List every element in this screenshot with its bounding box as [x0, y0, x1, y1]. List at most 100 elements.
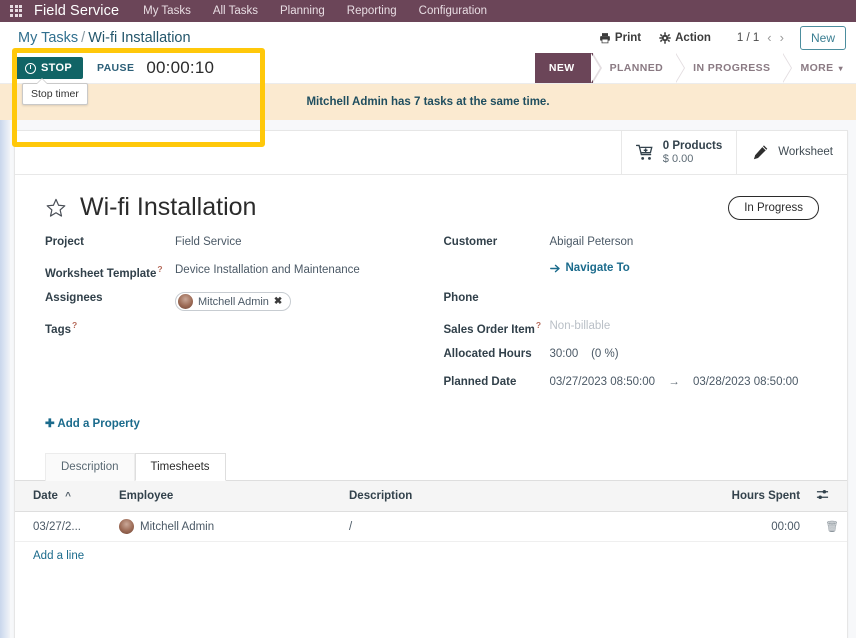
tab-description[interactable]: Description — [45, 453, 135, 481]
stat-button-worksheet[interactable]: Worksheet — [736, 131, 847, 174]
timer-elapsed: 00:00:10 — [146, 58, 215, 77]
status-stage-new-label: NEW — [548, 62, 575, 74]
table-header-row: Date ^ Employee Description Hours Spent — [15, 481, 847, 512]
navigate-to-button[interactable]: Navigate To — [549, 262, 630, 274]
status-stage-planned[interactable]: PLANNED — [592, 53, 677, 83]
status-badge[interactable]: In Progress — [728, 195, 819, 220]
field-assignees-value[interactable]: Mitchell Admin ✖ — [175, 290, 292, 312]
trash-icon[interactable]: 🗑 — [825, 521, 839, 533]
alert-message: Mitchell Admin has 7 tasks at the same t… — [306, 96, 550, 108]
field-tags-label: Tags? — [45, 318, 175, 336]
field-phone: Phone — [444, 290, 828, 318]
plus-icon: ✚ — [45, 418, 55, 430]
status-stage-more[interactable]: MORE ▾ — [783, 53, 856, 83]
pause-timer-button[interactable]: PAUSE — [97, 62, 134, 74]
record-sheet: 0 Products $ 0.00 Worksheet Wi-fi Instal… — [14, 130, 848, 638]
menu-configuration[interactable]: Configuration — [419, 5, 487, 17]
column-header-employee[interactable]: Employee — [111, 481, 341, 512]
close-icon[interactable]: ✖ — [274, 296, 282, 307]
column-options-button[interactable] — [808, 481, 847, 512]
cell-date[interactable]: 03/27/2... — [15, 511, 111, 542]
field-customer-value[interactable]: Abigail Peterson — [550, 234, 634, 248]
table-row[interactable]: 03/27/2... Mitchell Admin / 00:00 🗑 — [15, 511, 847, 542]
menu-my-tasks[interactable]: My Tasks — [143, 5, 191, 17]
field-tags-label-text: Tags — [45, 323, 71, 336]
menu-all-tasks[interactable]: All Tasks — [213, 5, 258, 17]
cell-employee[interactable]: Mitchell Admin — [111, 511, 341, 542]
cell-hours[interactable]: 00:00 — [688, 511, 809, 542]
stat-button-products[interactable]: 0 Products $ 0.00 — [620, 131, 736, 174]
arrow-right-icon — [549, 264, 560, 272]
help-icon[interactable]: ? — [157, 264, 162, 274]
status-stage-new[interactable]: NEW — [534, 53, 602, 83]
navigate-to-spacer — [444, 262, 550, 264]
date-range-arrow-icon: → — [668, 376, 680, 388]
cell-description[interactable]: / — [341, 511, 689, 542]
field-project-label: Project — [45, 236, 84, 248]
field-project: Project Field Service — [45, 234, 429, 262]
field-planned-date: Planned Date 03/27/2023 08:50:00 → 03/28… — [444, 374, 828, 402]
cell-delete[interactable]: 🗑 — [808, 511, 847, 542]
field-project-value[interactable]: Field Service — [175, 234, 241, 248]
cart-plus-icon — [635, 144, 653, 160]
page-title: Wi-fi Installation — [80, 193, 257, 221]
column-header-hours-spent[interactable]: Hours Spent — [688, 481, 809, 512]
field-worksheet-template-value[interactable]: Device Installation and Maintenance — [175, 262, 360, 276]
chevron-left-icon[interactable]: ‹ — [767, 30, 771, 45]
stat-products-amount: $ 0.00 — [662, 152, 694, 165]
help-icon[interactable]: ? — [536, 320, 541, 330]
star-outline-icon[interactable] — [45, 197, 67, 219]
menu-reporting[interactable]: Reporting — [347, 5, 397, 17]
app-brand-title[interactable]: Field Service — [34, 3, 119, 19]
menu-planning[interactable]: Planning — [280, 5, 325, 17]
field-worksheet-template-label-text: Worksheet Template — [45, 267, 157, 280]
timesheets-table: Date ^ Employee Description Hours Spent — [15, 481, 847, 542]
print-button[interactable]: Print — [599, 32, 641, 44]
breadcrumb-current: Wi-fi Installation — [88, 29, 191, 46]
tab-timesheets[interactable]: Timesheets — [134, 453, 226, 481]
chevron-down-icon: ▾ — [838, 63, 843, 73]
column-header-date-label: Date — [33, 490, 58, 502]
field-planned-date-value[interactable]: 03/27/2023 08:50:00 → 03/28/2023 08:50:0… — [550, 374, 799, 388]
pager-count: 1 / 1 — [736, 31, 760, 44]
action-label: Action — [675, 31, 711, 44]
navigate-to-row: Navigate To — [444, 262, 828, 290]
add-property-label: Add a Property — [57, 418, 140, 430]
avatar — [178, 294, 193, 309]
field-sales-order-item-label-text: Sales Order Item — [443, 323, 535, 336]
field-assignees-label: Assignees — [45, 292, 103, 304]
planned-date-end: 03/28/2023 08:50:00 — [692, 376, 799, 388]
pager: 1 / 1 ‹ › — [737, 30, 784, 45]
add-property-button[interactable]: ✚ Add a Property — [15, 402, 140, 430]
cell-employee-name: Mitchell Admin — [140, 520, 215, 533]
left-edge-strip — [0, 120, 10, 638]
action-button[interactable]: Action — [659, 32, 711, 44]
record-form: Project Field Service Worksheet Template… — [15, 222, 847, 402]
column-header-description[interactable]: Description — [341, 481, 689, 512]
field-customer-label: Customer — [443, 236, 498, 248]
gear-icon — [659, 31, 671, 44]
assignee-tag[interactable]: Mitchell Admin ✖ — [175, 292, 292, 311]
apps-grid-icon[interactable] — [10, 4, 24, 18]
pencil-icon — [754, 145, 768, 160]
field-planned-date-label: Planned Date — [443, 376, 517, 388]
form-column-left: Project Field Service Worksheet Template… — [45, 234, 429, 402]
help-icon[interactable]: ? — [72, 320, 77, 330]
chevron-right-icon[interactable]: › — [780, 30, 784, 45]
field-worksheet-template-label: Worksheet Template? — [45, 262, 175, 280]
navigate-to-label: Navigate To — [565, 262, 630, 274]
field-tags: Tags? — [45, 318, 429, 346]
alert-banner: Mitchell Admin has 7 tasks at the same t… — [0, 84, 856, 120]
field-sales-order-item-value[interactable]: Non-billable — [550, 318, 611, 332]
notebook: Description Timesheets Date ^ Employee D… — [15, 432, 847, 564]
field-allocated-hours-value[interactable]: 30:00 (0 %) — [550, 346, 619, 360]
new-button[interactable]: New — [799, 25, 846, 50]
stop-timer-button[interactable]: STOP — [14, 57, 83, 79]
allocated-hours-percent: (0 %) — [591, 348, 619, 360]
form-column-right: Customer Abigail Peterson Navigate To Ph… — [429, 234, 828, 402]
print-label: Print — [614, 31, 642, 44]
column-header-date[interactable]: Date ^ — [15, 481, 111, 512]
status-stage-in-progress[interactable]: IN PROGRESS — [676, 53, 784, 83]
add-line-button[interactable]: Add a line — [15, 542, 84, 562]
breadcrumb-parent[interactable]: My Tasks — [18, 30, 78, 46]
